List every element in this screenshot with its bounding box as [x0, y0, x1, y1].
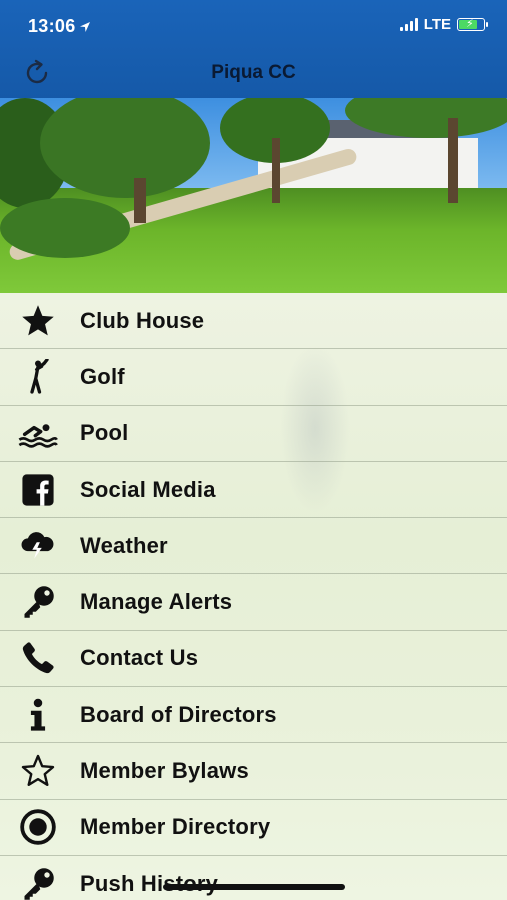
menu-item-label: Weather: [80, 532, 168, 558]
page-title: Piqua CC: [211, 62, 296, 83]
menu-item-label: Board of Directors: [80, 701, 277, 727]
key-icon: [16, 582, 60, 622]
main-menu: Club House Golf Pool Social Media Weathe…: [0, 293, 507, 900]
menu-item-label: Manage Alerts: [80, 589, 233, 615]
menu-item-board-of-directors[interactable]: Board of Directors: [0, 687, 507, 744]
status-time: 13:06: [28, 16, 91, 37]
hero-clubhouse-image: [0, 98, 507, 293]
star-icon: [16, 301, 60, 341]
golfer-icon: [16, 357, 60, 397]
key-icon: [16, 864, 60, 900]
signal-icon: [399, 18, 418, 31]
home-indicator[interactable]: [163, 884, 345, 890]
menu-item-member-directory[interactable]: Member Directory: [0, 800, 507, 856]
menu-item-club-house[interactable]: Club House: [0, 293, 507, 350]
menu-item-label: Member Directory: [80, 814, 271, 840]
menu-item-member-bylaws[interactable]: Member Bylaws: [0, 743, 507, 800]
network-type: LTE: [423, 16, 451, 33]
menu-item-label: Member Bylaws: [80, 758, 249, 784]
menu-item-golf[interactable]: Golf: [0, 349, 507, 406]
phone-icon: [16, 638, 60, 678]
swimmer-icon: [16, 413, 60, 453]
app-header: 13:06 LTE ⚡ Piqua CC: [0, 0, 507, 98]
menu-item-label: Pool: [80, 420, 129, 446]
menu-item-weather[interactable]: Weather: [0, 518, 507, 575]
info-icon: [16, 695, 60, 735]
battery-icon: ⚡: [457, 18, 488, 31]
menu-item-contact-us[interactable]: Contact Us: [0, 631, 507, 688]
menu-item-push-history[interactable]: Push History: [0, 856, 507, 900]
menu-item-social-media[interactable]: Social Media: [0, 462, 507, 519]
menu-item-label: Club House: [80, 307, 205, 333]
location-arrow-icon: [79, 22, 90, 32]
star-outline-icon: [16, 751, 60, 791]
menu-item-pool[interactable]: Pool: [0, 406, 507, 462]
radio-circle-icon: [16, 807, 60, 847]
menu-item-label: Contact Us: [80, 645, 199, 671]
facebook-icon: [16, 470, 60, 510]
status-indicators: LTE ⚡: [399, 16, 488, 33]
menu-item-label: Social Media: [80, 476, 216, 502]
menu-item-label: Golf: [80, 363, 125, 389]
storm-cloud-icon: [16, 526, 60, 566]
menu-item-manage-alerts[interactable]: Manage Alerts: [0, 574, 507, 631]
